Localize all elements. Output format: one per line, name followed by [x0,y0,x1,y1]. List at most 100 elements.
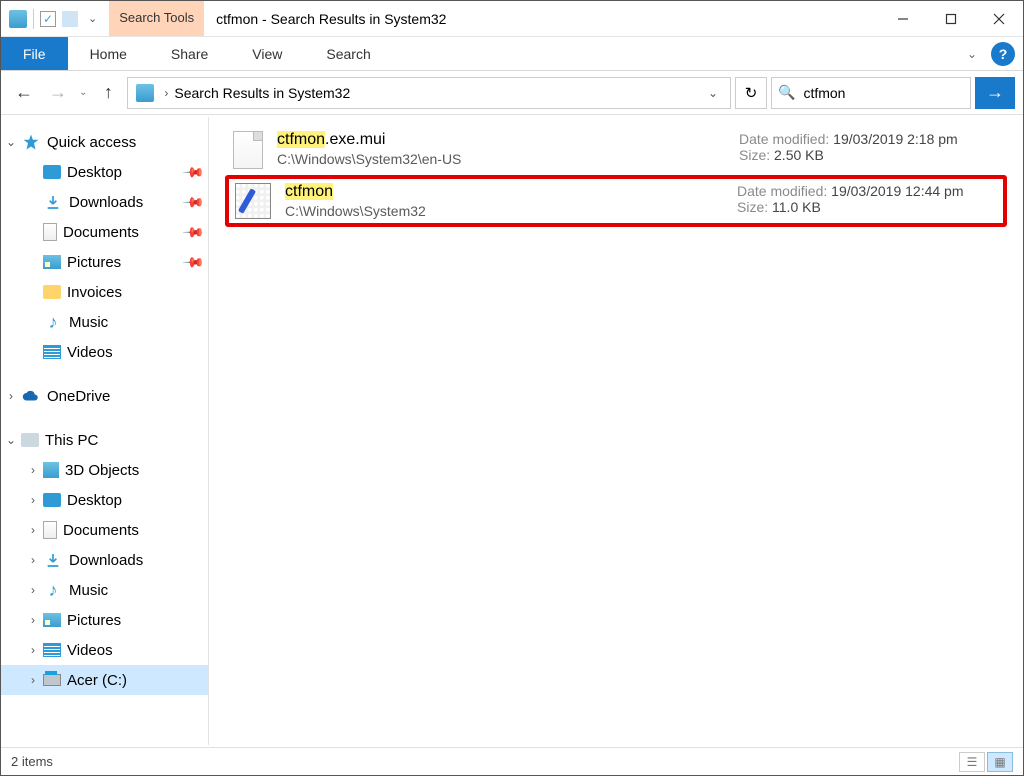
maximize-button[interactable] [927,1,975,36]
tree-expander-icon[interactable]: ⌄ [1,433,21,447]
search-box[interactable]: 🔍 ✕ [771,77,971,109]
result-metadata: Date modified: 19/03/2019 2:18 pmSize: 2… [739,131,999,163]
ribbon-search-tab[interactable]: Search [304,37,392,70]
sidebar-item-music[interactable]: ›♪Music [1,575,208,605]
tree-item-label: Quick access [47,134,202,151]
nav-history-chevron[interactable]: ⌄ [77,87,89,98]
tree-item-label: Documents [63,224,185,241]
executable-icon [235,183,271,219]
sidebar-item-desktop[interactable]: ›Desktop📌 [1,157,208,187]
result-filename: ctfmon [285,183,723,201]
sidebar-item-videos[interactable]: ›Videos [1,337,208,367]
pin-icon: 📌 [181,250,205,274]
result-metadata: Date modified: 19/03/2019 12:44 pmSize: … [737,183,997,215]
address-history-chevron[interactable]: ⌄ [700,86,726,100]
results-list: ctfmon.exe.mui C:\Windows\System32\en-US D… [209,117,1023,745]
tree-expander-icon[interactable]: › [23,643,43,657]
qat-properties-icon[interactable]: ✓ [40,11,56,27]
tree-expander-icon[interactable]: › [23,613,43,627]
tree-item-label: Music [69,314,202,331]
refresh-button[interactable]: ↻ [735,77,767,109]
nav-back-button[interactable]: ← [9,78,39,108]
search-input[interactable] [801,84,986,102]
quick-access-toolbar: ✓ ⌄ [1,1,109,36]
tree-expander-icon[interactable]: › [23,673,43,687]
address-bar[interactable]: › Search Results in System32 ⌄ [127,77,731,109]
ribbon-collapse-chevron[interactable]: ⌄ [955,37,989,70]
tree-item-label: Downloads [69,552,202,569]
ribbon-view-tab[interactable]: View [230,37,304,70]
minimize-button[interactable] [879,1,927,36]
view-details-button[interactable]: ☰ [959,752,985,772]
breadcrumb-separator[interactable]: › [162,86,170,100]
sidebar-item-desktop[interactable]: › Desktop [1,485,208,515]
sidebar-this-pc[interactable]: ⌄ This PC [1,425,208,455]
tree-expander-icon[interactable]: › [23,583,43,597]
tree-item-label: Videos [67,642,202,659]
result-path: C:\Windows\System32\en-US [277,151,725,167]
status-item-count: 2 items [11,754,53,769]
tree-expander-icon[interactable]: › [23,493,43,507]
sidebar-item-videos[interactable]: › Videos [1,635,208,665]
tree-item-label: Desktop [67,492,202,509]
tree-expander-icon[interactable]: › [1,389,21,403]
breadcrumb-text[interactable]: Search Results in System32 [174,85,350,101]
view-large-icons-button[interactable]: ▦ [987,752,1013,772]
window-title: ctfmon - Search Results in System32 [204,11,446,27]
title-bar: ✓ ⌄ Search Tools ctfmon - Search Results… [1,1,1023,37]
search-go-button[interactable]: → [975,77,1015,109]
tree-item-label: OneDrive [47,388,202,405]
tree-item-label: Pictures [67,254,185,271]
pin-icon: 📌 [181,190,205,214]
tree-item-label: Desktop [67,164,185,181]
sidebar-quick-access[interactable]: ⌄ Quick access [1,127,208,157]
sidebar-item-music[interactable]: ›♪Music [1,307,208,337]
tree-expander-icon[interactable]: › [23,553,43,567]
navigation-pane: ⌄Quick access›Desktop📌›Downloads📌›Docume… [1,117,209,745]
context-tab-search-tools[interactable]: Search Tools [109,1,204,36]
tree-item-label: This PC [45,432,202,449]
sidebar-onedrive[interactable]: › OneDrive [1,381,208,411]
tree-expander-icon[interactable]: › [23,463,43,477]
help-button[interactable]: ? [991,42,1015,66]
pin-icon: 📌 [181,220,205,244]
tree-item-label: Music [69,582,202,599]
sidebar-item-acer-c-[interactable]: › Acer (C:) [1,665,208,695]
sidebar-item-3d-objects[interactable]: ›3D Objects [1,455,208,485]
tree-item-label: Acer (C:) [67,672,202,689]
sidebar-item-documents[interactable]: ›Documents📌 [1,217,208,247]
file-icon [233,131,263,169]
pin-icon: 📌 [181,160,205,184]
result-filename: ctfmon.exe.mui [277,131,725,149]
status-bar: 2 items ☰ ▦ [1,747,1023,775]
sidebar-item-pictures[interactable]: › Pictures [1,605,208,635]
ribbon-file-tab[interactable]: File [1,37,68,70]
tree-item-label: Pictures [67,612,202,629]
result-path: C:\Windows\System32 [285,203,723,219]
sidebar-item-invoices[interactable]: ›Invoices [1,277,208,307]
nav-up-button[interactable]: ↑ [93,78,123,108]
search-result[interactable]: ctfmon C:\Windows\System32 Date modified: … [225,175,1007,227]
ribbon-tabs: File Home Share View Search ⌄ ? [1,37,1023,71]
tree-item-label: Videos [67,344,202,361]
sidebar-item-downloads[interactable]: ›Downloads📌 [1,187,208,217]
app-folder-icon [9,10,27,28]
tree-item-label: Downloads [69,194,185,211]
nav-forward-button: → [43,78,73,108]
address-location-icon [136,84,154,102]
ribbon-share-tab[interactable]: Share [149,37,230,70]
close-button[interactable] [975,1,1023,36]
tree-item-label: Documents [63,522,202,539]
tree-item-label: Invoices [67,284,202,301]
tree-expander-icon[interactable]: › [23,523,43,537]
search-result[interactable]: ctfmon.exe.mui C:\Windows\System32\en-US D… [225,125,1007,175]
ribbon-home-tab[interactable]: Home [68,37,149,70]
sidebar-item-pictures[interactable]: ›Pictures📌 [1,247,208,277]
qat-customize-chevron[interactable]: ⌄ [84,12,101,25]
sidebar-item-downloads[interactable]: › Downloads [1,545,208,575]
qat-newfolder-icon[interactable] [62,11,78,27]
tree-expander-icon[interactable]: ⌄ [1,135,21,149]
search-icon: 🔍 [778,84,795,101]
sidebar-item-documents[interactable]: › Documents [1,515,208,545]
navigation-bar: ← → ⌄ ↑ › Search Results in System32 ⌄ ↻… [1,71,1023,115]
